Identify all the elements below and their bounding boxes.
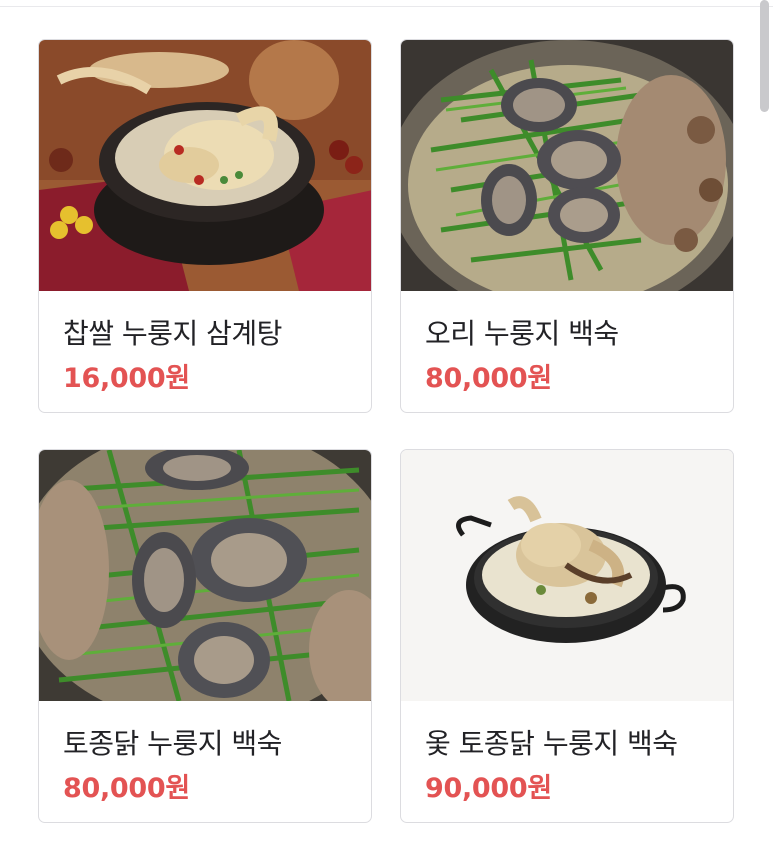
product-card[interactable]: 찹쌀 누룽지 삼계탕 16,000원 xyxy=(38,39,372,413)
chicken-baeksuk-photo xyxy=(39,450,371,701)
product-name: 오리 누룽지 백숙 xyxy=(425,317,619,350)
top-divider xyxy=(0,0,773,7)
product-name: 토종닭 누룽지 백숙 xyxy=(63,727,282,760)
product-card[interactable]: 토종닭 누룽지 백숙 80,000원 xyxy=(38,449,372,823)
product-card[interactable]: 오리 누룽지 백숙 80,000원 xyxy=(400,39,734,413)
product-price: 90,000원 xyxy=(425,773,552,804)
product-name: 찹쌀 누룽지 삼계탕 xyxy=(63,317,282,350)
product-card[interactable]: 옻 토종닭 누룽지 백숙 90,000원 xyxy=(400,449,734,823)
product-price: 16,000원 xyxy=(63,363,190,394)
product-price: 80,000원 xyxy=(63,773,190,804)
product-price: 80,000원 xyxy=(425,363,552,394)
duck-baeksuk-photo xyxy=(401,40,733,291)
scrollbar[interactable] xyxy=(760,0,769,112)
samgyetang-photo xyxy=(39,40,371,291)
product-name: 옻 토종닭 누룽지 백숙 xyxy=(425,727,678,760)
ot-chicken-baeksuk-photo xyxy=(401,450,733,701)
